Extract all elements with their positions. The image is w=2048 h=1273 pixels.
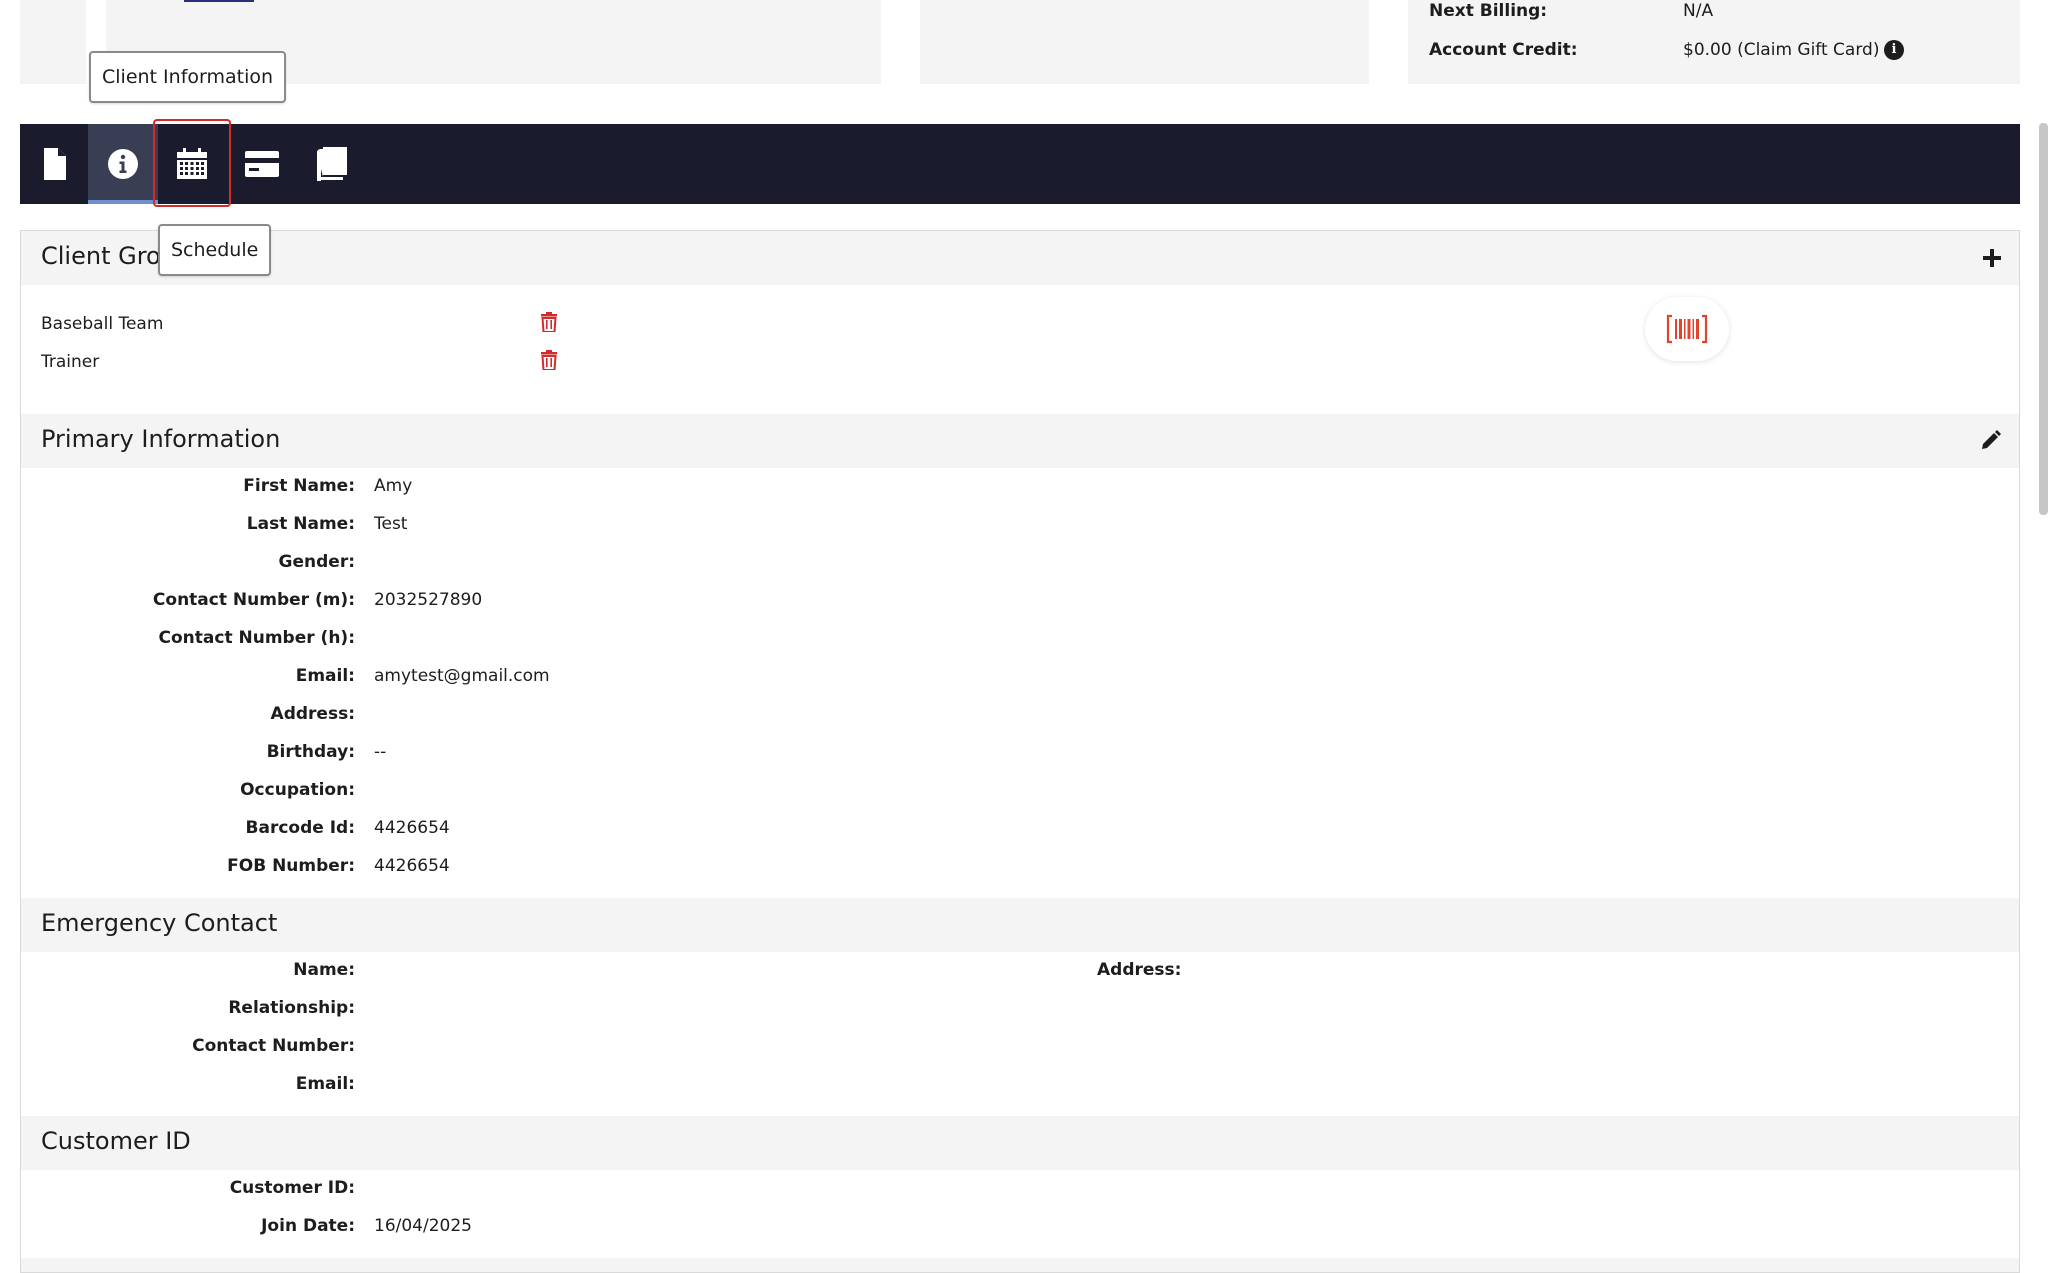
edit-primary-information-button[interactable] bbox=[1981, 430, 2001, 454]
credit-card-icon bbox=[245, 151, 279, 177]
trash-icon bbox=[541, 312, 557, 333]
profile-link-fragment[interactable] bbox=[184, 0, 254, 2]
primary-information-title: Primary Information bbox=[41, 425, 281, 453]
contact-number-h-label: Contact Number (h): bbox=[158, 628, 355, 648]
schedule-highlight-box bbox=[153, 119, 231, 207]
gender-label: Gender: bbox=[278, 552, 355, 572]
emergency-email-label: Email: bbox=[295, 1074, 355, 1094]
client-toolbar bbox=[20, 124, 2020, 204]
barcode-id-value: 4426654 bbox=[374, 818, 450, 838]
group-name: Trainer bbox=[41, 352, 100, 372]
account-credit-info-icon[interactable]: i bbox=[1884, 40, 1904, 60]
book-icon bbox=[317, 147, 347, 181]
document-icon bbox=[44, 148, 66, 180]
schedule-tooltip: Schedule bbox=[158, 224, 272, 276]
emergency-contact-title: Emergency Contact bbox=[41, 909, 278, 937]
fob-number-value: 4426654 bbox=[374, 856, 450, 876]
last-name-label: Last Name: bbox=[246, 514, 355, 534]
emergency-relationship-label: Relationship: bbox=[228, 998, 355, 1018]
first-name-label: First Name: bbox=[243, 476, 355, 496]
primary-information-header: Primary Information bbox=[21, 414, 2019, 468]
add-group-button[interactable] bbox=[1983, 243, 2001, 273]
client-information-tooltip: Client Information bbox=[89, 51, 287, 103]
contact-number-m-value: 2032527890 bbox=[374, 590, 483, 610]
customer-id-header: Customer ID bbox=[21, 1116, 2019, 1170]
barcode-id-label: Barcode Id: bbox=[245, 818, 355, 838]
plus-icon bbox=[1983, 249, 2001, 267]
emergency-address-label: Address: bbox=[1097, 960, 1182, 980]
toolbar-document-button[interactable] bbox=[20, 124, 90, 204]
group-item: Trainer bbox=[41, 352, 99, 372]
birthday-label: Birthday: bbox=[266, 742, 355, 762]
info-icon bbox=[108, 149, 138, 179]
client-details-panel: Client Grou Baseball Team Trainer Primar… bbox=[20, 230, 2020, 1273]
last-name-value: Test bbox=[374, 514, 408, 534]
toolbar-billing-button[interactable] bbox=[227, 124, 297, 204]
account-credit-value[interactable]: $0.00 (Claim Gift Card) bbox=[1683, 40, 1879, 60]
pencil-icon bbox=[1982, 430, 2001, 449]
emergency-name-label: Name: bbox=[293, 960, 355, 980]
group-name: Baseball Team bbox=[41, 314, 164, 334]
fob-number-label: FOB Number: bbox=[227, 856, 355, 876]
email-label: Email: bbox=[295, 666, 355, 686]
delete-group-button[interactable] bbox=[541, 350, 557, 374]
page-scrollbar[interactable] bbox=[2039, 123, 2048, 515]
join-date-value: 16/04/2025 bbox=[374, 1216, 472, 1236]
trash-icon bbox=[541, 350, 557, 371]
occupation-label: Occupation: bbox=[240, 780, 355, 800]
first-name-value: Amy bbox=[374, 476, 413, 496]
delete-group-button[interactable] bbox=[541, 312, 557, 336]
birthday-value: -- bbox=[374, 742, 387, 762]
account-credit-label: Account Credit: bbox=[1429, 40, 1578, 60]
emergency-contact-number-label: Contact Number: bbox=[192, 1036, 355, 1056]
summary-card-edge bbox=[20, 0, 86, 84]
summary-card-middle bbox=[920, 0, 1369, 84]
customer-id-title: Customer ID bbox=[41, 1127, 191, 1155]
email-value: amytest@gmail.com bbox=[374, 666, 550, 686]
next-billing-value: N/A bbox=[1683, 1, 1714, 21]
client-groups-title: Client Grou bbox=[41, 242, 176, 270]
customer-id-label: Customer ID: bbox=[229, 1178, 355, 1198]
next-section-header bbox=[21, 1258, 2019, 1272]
next-billing-label: Next Billing: bbox=[1429, 1, 1548, 21]
barcode-icon bbox=[1666, 314, 1708, 344]
contact-number-m-label: Contact Number (m): bbox=[152, 590, 355, 610]
toolbar-notes-button[interactable] bbox=[297, 124, 367, 204]
client-groups-header: Client Grou bbox=[21, 231, 2019, 285]
barcode-button[interactable] bbox=[1645, 297, 1729, 361]
toolbar-info-button[interactable] bbox=[88, 124, 158, 204]
address-label: Address: bbox=[270, 704, 355, 724]
emergency-contact-header: Emergency Contact bbox=[21, 898, 2019, 952]
group-item: Baseball Team bbox=[41, 314, 163, 334]
join-date-label: Join Date: bbox=[261, 1216, 355, 1236]
